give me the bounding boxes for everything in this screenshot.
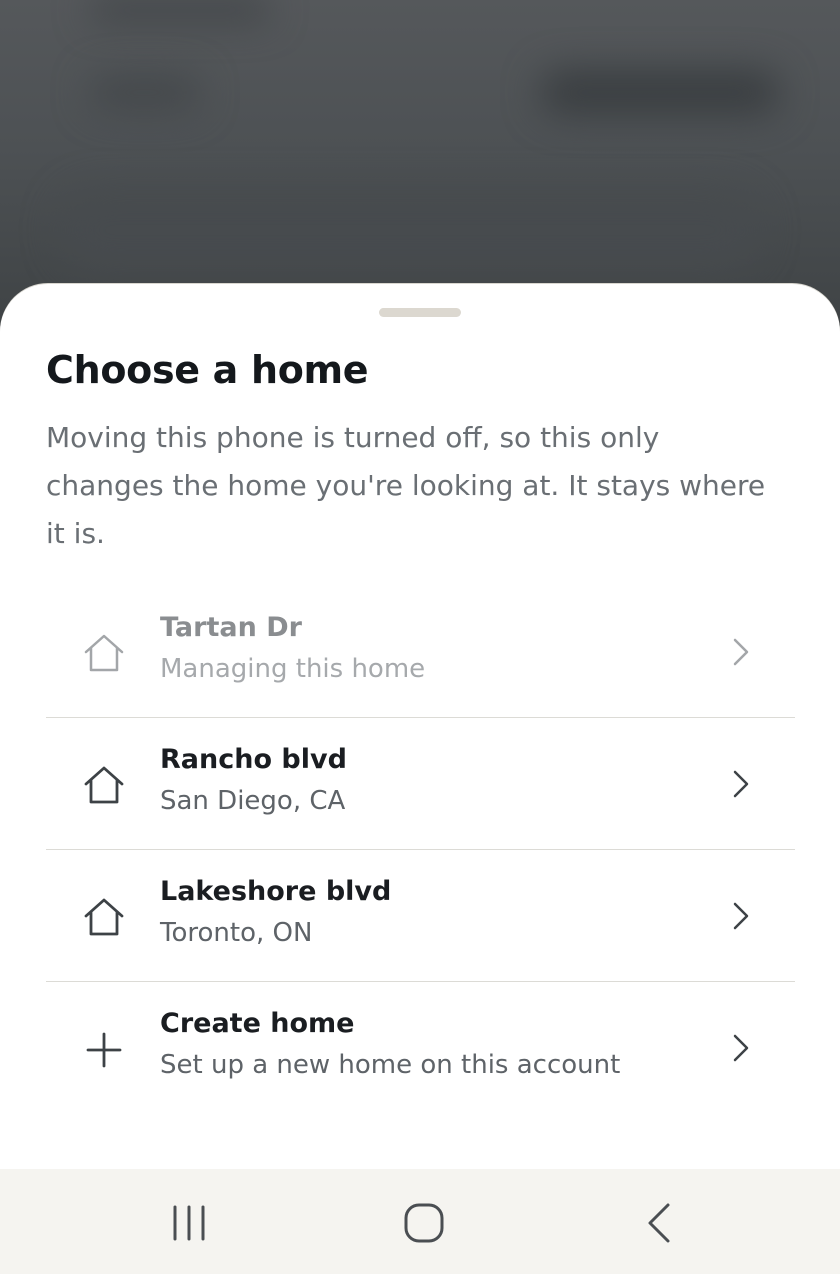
home-list: Tartan Dr Managing this home Rancho blvd…	[46, 586, 795, 1114]
chevron-right-icon	[733, 638, 749, 666]
blurred-background[interactable]	[0, 0, 840, 330]
home-name: Tartan Dr	[160, 612, 302, 643]
home-name: Rancho blvd	[160, 744, 347, 775]
screen: Choose a home Moving this phone is turne…	[0, 0, 840, 1274]
blurred-shape	[90, 0, 270, 20]
sheet-subtitle: Moving this phone is turned off, so this…	[46, 421, 766, 550]
blurred-shape	[90, 75, 200, 110]
bottom-sheet: Choose a home Moving this phone is turne…	[0, 284, 840, 1174]
system-navigation-bar	[0, 1169, 840, 1274]
blurred-shape	[60, 190, 760, 270]
chevron-right-icon	[733, 1034, 749, 1062]
create-home-detail: Set up a new home on this account	[160, 1050, 621, 1080]
drag-handle[interactable]	[379, 308, 461, 317]
create-home-label: Create home	[160, 1008, 355, 1039]
recent-apps-icon[interactable]	[165, 1199, 213, 1247]
home-icon[interactable]	[400, 1199, 448, 1247]
home-row-tartan-dr[interactable]: Tartan Dr Managing this home	[46, 586, 795, 718]
home-name: Lakeshore blvd	[160, 876, 392, 907]
house-icon	[84, 898, 124, 936]
blurred-shape	[540, 70, 780, 115]
sheet-title: Choose a home	[46, 348, 369, 392]
create-home-row[interactable]: Create home Set up a new home on this ac…	[46, 982, 795, 1114]
chevron-right-icon	[733, 770, 749, 798]
home-detail: Toronto, ON	[160, 918, 313, 948]
home-row-rancho-blvd[interactable]: Rancho blvd San Diego, CA	[46, 718, 795, 850]
plus-icon	[86, 1032, 122, 1068]
home-detail: San Diego, CA	[160, 786, 346, 816]
back-icon[interactable]	[636, 1199, 684, 1247]
home-row-lakeshore-blvd[interactable]: Lakeshore blvd Toronto, ON	[46, 850, 795, 982]
chevron-right-icon	[733, 902, 749, 930]
house-icon	[84, 634, 124, 672]
house-icon	[84, 766, 124, 804]
home-detail: Managing this home	[160, 654, 426, 684]
